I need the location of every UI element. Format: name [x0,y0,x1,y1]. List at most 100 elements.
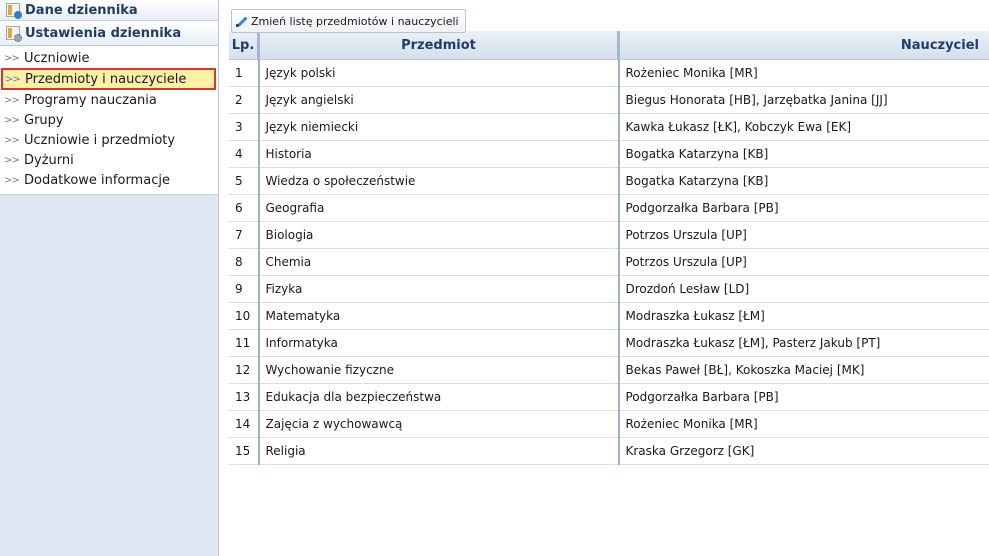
journal-data-icon [6,3,22,19]
table-row[interactable]: 11 Informatyka Modraszka Łukasz [ŁM], Past… [229,329,989,357]
edit-subjects-teachers-button[interactable]: Zmień listę przedmiotów i nauczycieli [231,9,466,33]
menu-item-dodatkowe-informacje[interactable]: >> Dodatkowe informacje [0,170,218,190]
cell-przedmiot: Wychowanie fizyczne [258,356,620,384]
cell-nauczyciel: Podgorzałka Barbara [PB] [618,383,989,411]
ustawienia-dziennika-header[interactable]: Ustawienia dziennika [0,21,218,46]
menu-item-label: Programy nauczania [24,92,157,108]
table-row[interactable]: 4 Historia Bogatka Katarzyna [KB] [229,140,989,168]
cell-lp: 5 [229,167,260,195]
cell-nauczyciel: Potrzos Urszula [UP] [618,221,989,249]
table-row[interactable]: 3 Język niemiecki Kawka Łukasz [ŁK], Kobcz… [229,113,989,141]
cell-przedmiot: Chemia [258,248,620,276]
cell-przedmiot: Zajęcia z wychowawcą [258,410,620,438]
menu-item-uczniowie-i-przedmioty[interactable]: >> Uczniowie i przedmioty [0,130,218,150]
table-row[interactable]: 12 Wychowanie fizyczne Bekas Paweł [BŁ], K… [229,356,989,384]
table-header-row: Lp. Przedmiot Nauczyciel [229,31,989,60]
cell-nauczyciel: Bekas Paweł [BŁ], Kokoszka Maciej [MK] [618,356,989,384]
cell-nauczyciel: Kraska Grzegorz [GK] [618,437,989,465]
table-row[interactable]: 14 Zajęcia z wychowawcą Rożeniec Monika [M… [229,410,989,438]
cell-przedmiot: Język polski [258,59,620,87]
cell-lp: 12 [229,356,260,384]
pencil-icon [236,16,246,27]
journal-settings-icon [6,26,22,42]
column-header-lp[interactable]: Lp. [229,31,260,60]
column-header-przedmiot[interactable]: Przedmiot [258,31,620,60]
cell-nauczyciel: Podgorzałka Barbara [PB] [618,194,989,222]
cell-przedmiot: Biologia [258,221,620,249]
cell-lp: 9 [229,275,260,303]
cell-nauczyciel: Rożeniec Monika [MR] [618,59,989,87]
menu-item-uczniowie[interactable]: >> Uczniowie [0,48,218,68]
menu-item-label: Dodatkowe informacje [24,172,170,188]
cell-lp: 15 [229,437,260,465]
cell-przedmiot: Matematyka [258,302,620,330]
menu-item-label: Grupy [24,112,64,128]
cell-przedmiot: Język angielski [258,86,620,114]
table-body: 1 Język polski Rożeniec Monika [MR] 2 Język … [229,59,989,465]
table-row[interactable]: 9 Fizyka Drozdoń Lesław [LD] [229,275,989,303]
cell-lp: 4 [229,140,260,168]
sidebar: Dane dziennika Ustawienia dziennika >> U… [0,0,219,556]
cell-lp: 11 [229,329,260,357]
table-row[interactable]: 15 Religia Kraska Grzegorz [GK] [229,437,989,465]
cell-przedmiot: Informatyka [258,329,620,357]
menu-item-label: Uczniowie i przedmioty [24,132,176,148]
double-chevron-right-icon: >> [4,94,20,106]
cell-przedmiot: Fizyka [258,275,620,303]
menu-item-programy-nauczania[interactable]: >> Programy nauczania [0,90,218,110]
menu-item-grupy[interactable]: >> Grupy [0,110,218,130]
cell-nauczyciel: Potrzos Urszula [UP] [618,248,989,276]
cell-nauczyciel: Modraszka Łukasz [ŁM] [618,302,989,330]
table-row[interactable]: 8 Chemia Potrzos Urszula [UP] [229,248,989,276]
double-chevron-right-icon: >> [4,134,20,146]
cell-przedmiot: Historia [258,140,620,168]
cell-przedmiot: Religia [258,437,620,465]
cell-lp: 14 [229,410,260,438]
menu-item-label: Uczniowie [24,50,90,66]
cell-nauczyciel: Drozdoń Lesław [LD] [618,275,989,303]
cell-lp: 3 [229,113,260,141]
cell-lp: 13 [229,383,260,411]
table-row[interactable]: 1 Język polski Rożeniec Monika [MR] [229,59,989,87]
cell-przedmiot: Geografia [258,194,620,222]
cell-nauczyciel: Bogatka Katarzyna [KB] [618,167,989,195]
menu-item-label: Przedmioty i nauczyciele [25,71,187,87]
table-row[interactable]: 2 Język angielski Biegus Honorata [HB], Ja… [229,86,989,114]
dane-dziennika-label: Dane dziennika [25,2,138,18]
cell-lp: 7 [229,221,260,249]
table-row[interactable]: 7 Biologia Potrzos Urszula [UP] [229,221,989,249]
toolbar: Zmień listę przedmiotów i nauczycieli [229,0,989,33]
cell-nauczyciel: Biegus Honorata [HB], Jarzębatka Janina … [618,86,989,114]
cell-nauczyciel: Kawka Łukasz [ŁK], Kobczyk Ewa [EK] [618,113,989,141]
cell-lp: 6 [229,194,260,222]
main-content: Zmień listę przedmiotów i nauczycieli Lp… [229,0,989,465]
settings-menu: >> Uczniowie >> Przedmioty i nauczyciele… [0,46,218,195]
cell-nauczyciel: Rożeniec Monika [MR] [618,410,989,438]
menu-item-dyzurni[interactable]: >> Dyżurni [0,150,218,170]
dane-dziennika-header[interactable]: Dane dziennika [0,0,218,21]
double-chevron-right-icon: >> [4,52,20,64]
cell-lp: 8 [229,248,260,276]
cell-przedmiot: Język niemiecki [258,113,620,141]
table-row[interactable]: 10 Matematyka Modraszka Łukasz [ŁM] [229,302,989,330]
cell-lp: 2 [229,86,260,114]
subjects-teachers-table: Lp. Przedmiot Nauczyciel 1 Język polski Ro… [229,31,989,465]
column-header-nauczyciel[interactable]: Nauczyciel [618,31,989,60]
edit-subjects-teachers-label: Zmień listę przedmiotów i nauczycieli [251,14,459,28]
table-row[interactable]: 6 Geografia Podgorzałka Barbara [PB] [229,194,989,222]
menu-item-label: Dyżurni [24,152,74,168]
cell-lp: 1 [229,59,260,87]
cell-przedmiot: Edukacja dla bezpieczeństwa [258,383,620,411]
ustawienia-dziennika-label: Ustawienia dziennika [25,25,182,41]
double-chevron-right-icon: >> [4,154,20,166]
cell-nauczyciel: Modraszka Łukasz [ŁM], Pasterz Jakub [PT… [618,329,989,357]
double-chevron-right-icon: >> [4,114,20,126]
double-chevron-right-icon: >> [4,174,20,186]
cell-przedmiot: Wiedza o społeczeństwie [258,167,620,195]
double-chevron-right-icon: >> [5,73,21,85]
table-row[interactable]: 13 Edukacja dla bezpieczeństwa Podgorzałka… [229,383,989,411]
menu-item-przedmioty-i-nauczyciele[interactable]: >> Przedmioty i nauczyciele [1,68,216,90]
cell-nauczyciel: Bogatka Katarzyna [KB] [618,140,989,168]
cell-lp: 10 [229,302,260,330]
table-row[interactable]: 5 Wiedza o społeczeństwie Bogatka Katarzyn… [229,167,989,195]
